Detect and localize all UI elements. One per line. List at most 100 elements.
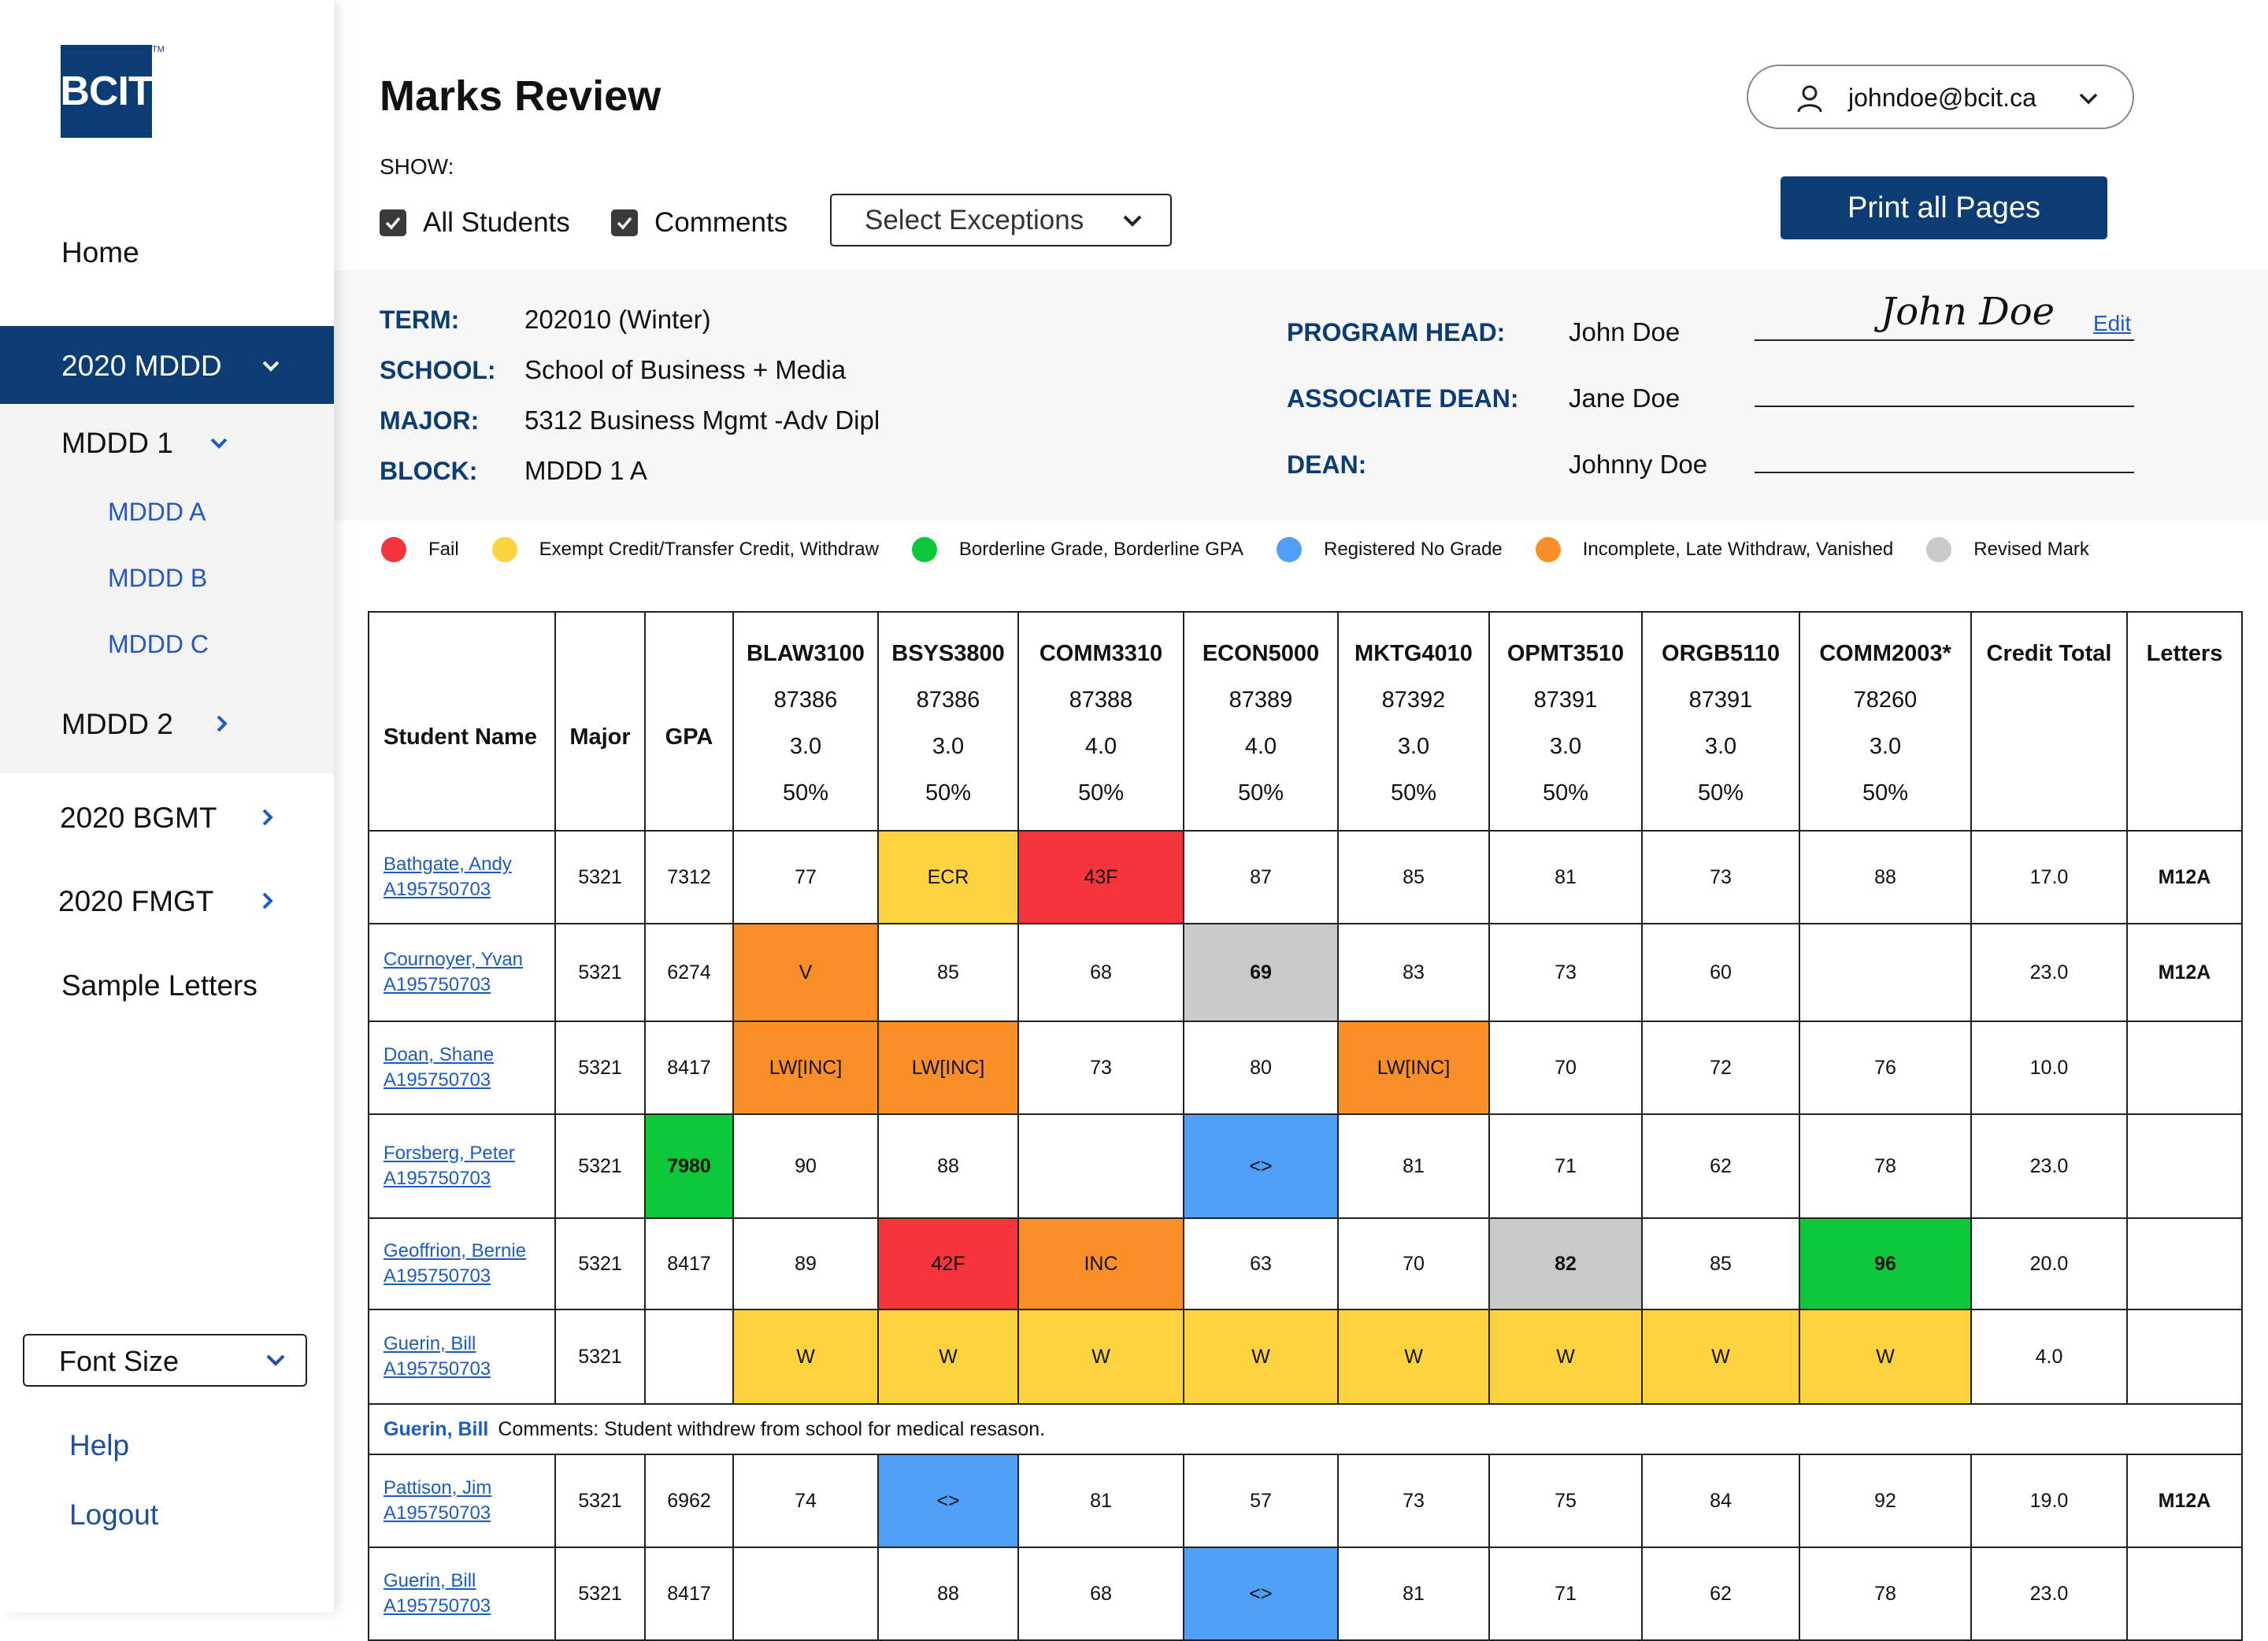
mark-cell[interactable]: W	[1183, 1309, 1339, 1405]
edit-signature-link[interactable]: Edit	[2093, 311, 2131, 336]
mark-cell[interactable]: 75	[1488, 1454, 1643, 1548]
column-header-course[interactable]: MKTG4010 87392 3.0 50%	[1337, 611, 1490, 832]
mark-cell[interactable]: 76	[1799, 1021, 1972, 1115]
column-header-course[interactable]: BLAW3100 87386 3.0 50%	[732, 611, 879, 832]
bcit-logo[interactable]: BCIT	[60, 45, 154, 138]
student-name-link[interactable]: Guerin, Bill	[384, 1332, 554, 1357]
mark-cell[interactable]: 73	[1337, 1454, 1490, 1548]
mark-cell[interactable]: 78	[1799, 1547, 1972, 1641]
sidebar-item-mddd-2[interactable]: MDDD 2	[61, 708, 228, 741]
sidebar-item-mddd-1[interactable]: MDDD 1	[61, 427, 228, 460]
column-header-credit-total[interactable]: Credit Total	[1970, 611, 2128, 832]
sidebar-item-home[interactable]: Home	[61, 236, 139, 269]
sidebar-item-2020-bgmt[interactable]: 2020 BGMT	[60, 802, 273, 835]
letters-cell[interactable]: M12A	[2126, 1454, 2243, 1548]
mark-cell[interactable]: 69	[1183, 923, 1339, 1022]
student-id-link[interactable]: A195750703	[384, 1501, 554, 1526]
mark-cell[interactable]: 72	[1641, 1021, 1800, 1115]
logout-link[interactable]: Logout	[69, 1498, 158, 1532]
letters-cell[interactable]	[2126, 1309, 2243, 1405]
signature-line-dean[interactable]	[1755, 472, 2134, 473]
mark-cell[interactable]: 68	[1017, 1547, 1184, 1641]
mark-cell[interactable]: 63	[1183, 1217, 1339, 1310]
column-header-course[interactable]: OPMT3510 87391 3.0 50%	[1488, 611, 1643, 832]
select-exceptions-dropdown[interactable]: Select Exceptions	[830, 194, 1172, 246]
mark-cell[interactable]: 42F	[877, 1217, 1019, 1310]
mark-cell[interactable]: 81	[1337, 1547, 1490, 1641]
student-name-link[interactable]: Cournoyer, Yvan	[384, 947, 554, 972]
column-header-course[interactable]: ECON5000 87389 4.0 50%	[1183, 611, 1339, 832]
student-id-link[interactable]: A195750703	[384, 877, 554, 902]
mark-cell[interactable]: 80	[1183, 1021, 1339, 1115]
sidebar-item-sample-letters[interactable]: Sample Letters	[61, 969, 258, 1002]
letters-cell[interactable]	[2126, 1021, 2243, 1115]
student-id-link[interactable]: A195750703	[384, 1594, 554, 1619]
mark-cell[interactable]: 88	[877, 1113, 1019, 1219]
sidebar-item-2020-mddd[interactable]: 2020 MDDD	[0, 326, 334, 404]
mark-cell[interactable]: 92	[1799, 1454, 1972, 1548]
mark-cell[interactable]: 81	[1488, 830, 1643, 924]
mark-cell[interactable]: 74	[732, 1454, 879, 1548]
sidebar-item-mddd-c[interactable]: MDDD C	[108, 630, 209, 659]
comments-checkbox[interactable]: Comments	[611, 207, 788, 239]
user-menu[interactable]: johndoe@bcit.ca	[1747, 65, 2134, 129]
student-id-link[interactable]: A195750703	[384, 1357, 554, 1382]
student-name-link[interactable]: Pattison, Jim	[384, 1476, 554, 1501]
mark-cell[interactable]: 81	[1337, 1113, 1490, 1219]
mark-cell[interactable]	[1799, 923, 1972, 1022]
mark-cell[interactable]: 85	[1337, 830, 1490, 924]
student-name-link[interactable]: Guerin, Bill	[384, 1569, 554, 1594]
mark-cell[interactable]: 62	[1641, 1113, 1800, 1219]
letters-cell[interactable]: M12A	[2126, 830, 2243, 924]
mark-cell[interactable]: W	[1488, 1309, 1643, 1405]
all-students-checkbox[interactable]: All Students	[380, 207, 570, 239]
column-header-course[interactable]: COMM3310 87388 4.0 50%	[1017, 611, 1184, 832]
column-header-course[interactable]: ORGB5110 87391 3.0 50%	[1641, 611, 1800, 832]
mark-cell[interactable]: 84	[1641, 1454, 1800, 1548]
mark-cell[interactable]: <>	[1183, 1547, 1339, 1641]
mark-cell[interactable]: 71	[1488, 1113, 1643, 1219]
help-link[interactable]: Help	[69, 1429, 129, 1462]
mark-cell[interactable]: W	[1799, 1309, 1972, 1405]
mark-cell[interactable]: LW[INC]	[877, 1021, 1019, 1115]
column-header-course[interactable]: BSYS3800 87386 3.0 50%	[877, 611, 1019, 832]
mark-cell[interactable]: 57	[1183, 1454, 1339, 1548]
mark-cell[interactable]: W	[877, 1309, 1019, 1405]
sidebar-item-mddd-a[interactable]: MDDD A	[108, 498, 206, 527]
student-id-link[interactable]: A195750703	[384, 1166, 554, 1191]
mark-cell[interactable]: 82	[1488, 1217, 1643, 1310]
mark-cell[interactable]: 89	[732, 1217, 879, 1310]
print-all-pages-button[interactable]: Print all Pages	[1781, 176, 2107, 239]
sidebar-item-2020-fmgt[interactable]: 2020 FMGT	[58, 885, 273, 918]
mark-cell[interactable]: ECR	[877, 830, 1019, 924]
mark-cell[interactable]: 70	[1488, 1021, 1643, 1115]
mark-cell[interactable]: W	[1337, 1309, 1490, 1405]
mark-cell[interactable]	[732, 1547, 879, 1641]
column-header-gpa[interactable]: GPA	[644, 611, 734, 832]
mark-cell[interactable]: 68	[1017, 923, 1184, 1022]
mark-cell[interactable]: W	[1641, 1309, 1800, 1405]
mark-cell[interactable]: INC	[1017, 1217, 1184, 1310]
mark-cell[interactable]: 73	[1017, 1021, 1184, 1115]
font-size-select[interactable]: Font Size	[23, 1334, 307, 1387]
mark-cell[interactable]: W	[1017, 1309, 1184, 1405]
mark-cell[interactable]: W	[732, 1309, 879, 1405]
mark-cell[interactable]: 90	[732, 1113, 879, 1219]
mark-cell[interactable]: 73	[1641, 830, 1800, 924]
mark-cell[interactable]: 85	[877, 923, 1019, 1022]
sidebar-item-mddd-b[interactable]: MDDD B	[108, 564, 207, 593]
mark-cell[interactable]: 43F	[1017, 830, 1184, 924]
mark-cell[interactable]: 96	[1799, 1217, 1972, 1310]
letters-cell[interactable]: M12A	[2126, 923, 2243, 1022]
mark-cell[interactable]: 70	[1337, 1217, 1490, 1310]
mark-cell[interactable]: 73	[1488, 923, 1643, 1022]
student-id-link[interactable]: A195750703	[384, 1068, 554, 1093]
comment-student-name[interactable]: Guerin, Bill	[384, 1418, 488, 1440]
mark-cell[interactable]: 62	[1641, 1547, 1800, 1641]
mark-cell[interactable]: 78	[1799, 1113, 1972, 1219]
mark-cell[interactable]	[1017, 1113, 1184, 1219]
column-header-major[interactable]: Major	[554, 611, 646, 832]
mark-cell[interactable]: <>	[877, 1454, 1019, 1548]
mark-cell[interactable]: 71	[1488, 1547, 1643, 1641]
column-header-course[interactable]: COMM2003* 78260 3.0 50%	[1799, 611, 1972, 832]
